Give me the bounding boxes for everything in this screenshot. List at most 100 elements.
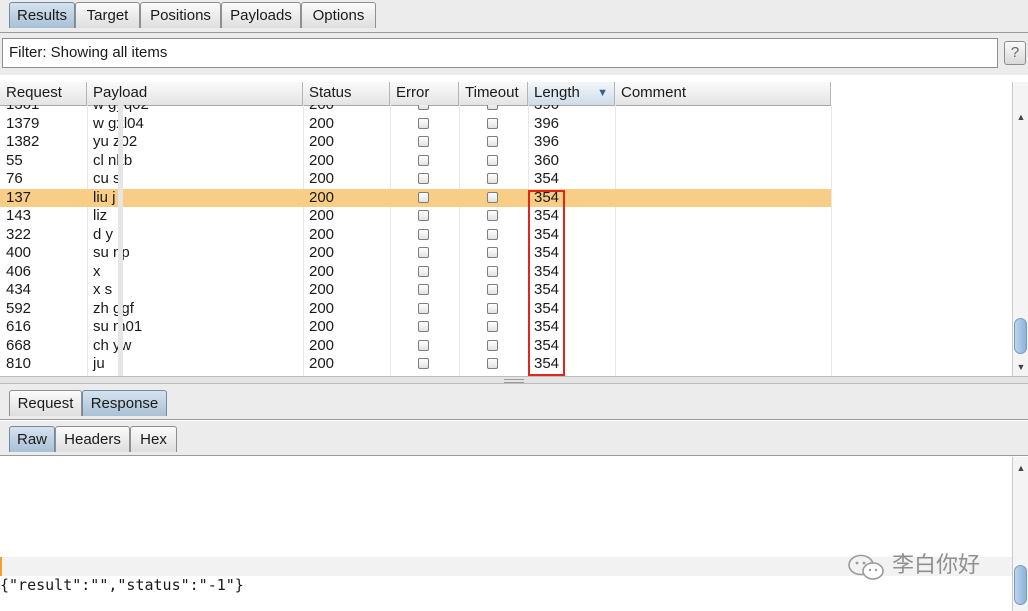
timeout-checkbox[interactable] xyxy=(487,154,498,166)
sort-descending-icon: ▼ xyxy=(597,87,608,99)
tab-positions[interactable]: Positions xyxy=(140,2,221,28)
timeout-checkbox[interactable] xyxy=(487,265,498,277)
tab-hex[interactable]: Hex xyxy=(130,426,177,452)
table-row[interactable]: 616 su m01 200 354 xyxy=(0,318,831,337)
timeout-checkbox[interactable] xyxy=(487,210,498,221)
error-checkbox[interactable] xyxy=(418,321,429,332)
table-row[interactable]: 322 d y 200 354 xyxy=(0,226,831,245)
tab-request[interactable]: Request xyxy=(9,390,82,416)
column-header-status[interactable]: Status xyxy=(303,82,390,105)
column-header-comment[interactable]: Comment xyxy=(615,82,831,105)
column-label: Status xyxy=(309,84,352,101)
tab-headers[interactable]: Headers xyxy=(55,426,130,452)
table-row[interactable]: 137 liu j 200 354 xyxy=(0,188,831,207)
column-header-request[interactable]: Request xyxy=(0,82,87,105)
column-label: Request xyxy=(6,84,62,101)
error-checkbox[interactable] xyxy=(418,136,429,147)
cell-payload: su np xyxy=(93,244,130,261)
cell-length: 354 xyxy=(534,225,560,243)
scroll-up-icon[interactable]: ▲ xyxy=(1015,461,1027,475)
error-checkbox[interactable] xyxy=(418,247,429,258)
table-row[interactable]: 592 zh ggf 200 354 xyxy=(0,300,831,319)
column-header-error[interactable]: Error xyxy=(390,82,459,105)
column-label: Error xyxy=(396,84,430,101)
tab-response[interactable]: Response xyxy=(82,390,167,416)
column-header-payload[interactable]: Payload xyxy=(87,82,303,105)
timeout-checkbox[interactable] xyxy=(487,136,498,147)
scroll-down-icon[interactable]: ▼ xyxy=(1015,360,1027,374)
cell-status: 200 xyxy=(309,281,335,298)
error-checkbox[interactable] xyxy=(418,228,429,240)
timeout-checkbox[interactable] xyxy=(487,321,498,332)
cell-length: 354 xyxy=(534,170,560,187)
error-checkbox[interactable] xyxy=(418,191,429,203)
table-row[interactable]: 1379 w gxl04 200 396 xyxy=(0,115,831,134)
timeout-checkbox[interactable] xyxy=(487,339,498,351)
timeout-checkbox[interactable] xyxy=(487,284,498,295)
cell-length: 354 xyxy=(534,281,560,298)
tab-payloads[interactable]: Payloads xyxy=(221,2,301,28)
timeout-checkbox[interactable] xyxy=(487,173,498,184)
pane-splitter[interactable] xyxy=(0,376,1028,384)
splitter-grip-icon[interactable] xyxy=(504,379,524,383)
column-header-timeout[interactable]: Timeout xyxy=(459,82,528,105)
tab-target[interactable]: Target xyxy=(75,2,140,28)
table-row[interactable]: 76 cu s 200 354 xyxy=(0,170,831,189)
table-row[interactable]: 143 liz 200 354 xyxy=(0,207,831,226)
cell-request: 616 xyxy=(6,318,32,335)
error-checkbox[interactable] xyxy=(418,117,429,129)
cell-length: 354 xyxy=(534,318,560,335)
error-checkbox[interactable] xyxy=(418,284,429,295)
table-row[interactable]: 668 ch yw 200 354 xyxy=(0,337,831,356)
response-scrollbar[interactable]: ▲ xyxy=(1012,457,1028,611)
table-row[interactable]: 1361w gyq02200396 xyxy=(0,105,831,115)
top-tab-bar: Results Target Positions Payloads Option… xyxy=(0,0,1028,33)
error-checkbox[interactable] xyxy=(418,265,429,277)
timeout-checkbox[interactable] xyxy=(487,105,498,110)
tab-options[interactable]: Options xyxy=(301,2,376,28)
column-label: Payload xyxy=(93,84,148,101)
table-scrollbar[interactable]: ▲ ▼ xyxy=(1012,82,1028,376)
error-checkbox[interactable] xyxy=(418,154,429,166)
cell-status: 200 xyxy=(309,262,335,280)
cell-request: 406 xyxy=(6,262,32,280)
table-rows: 1361w gyq022003961379w gxl042003961382yu… xyxy=(0,105,831,374)
timeout-checkbox[interactable] xyxy=(487,302,498,314)
table-row[interactable]: 434 x s 200 354 xyxy=(0,281,831,300)
response-editor[interactable]: {"result":"","status":"-1"} xyxy=(0,457,1012,611)
cell-request: 1361 xyxy=(6,105,39,115)
table-row[interactable]: 400 su np 200 354 xyxy=(0,244,831,263)
error-checkbox[interactable] xyxy=(418,302,429,314)
cell-payload: d y xyxy=(93,225,114,243)
error-checkbox[interactable] xyxy=(418,105,429,110)
cell-payload: cl nkb xyxy=(93,151,133,169)
table-row[interactable]: 55 cl nkb 200 360 xyxy=(0,152,831,171)
table-row[interactable]: 810 ju 200 354 xyxy=(0,355,831,374)
error-checkbox[interactable] xyxy=(418,173,429,184)
tab-raw[interactable]: Raw xyxy=(9,426,55,452)
column-header-length[interactable]: Length ▼ xyxy=(528,82,615,105)
timeout-checkbox[interactable] xyxy=(487,228,498,240)
cell-status: 200 xyxy=(309,355,335,372)
error-checkbox[interactable] xyxy=(418,210,429,221)
timeout-checkbox[interactable] xyxy=(487,117,498,129)
tab-results[interactable]: Results xyxy=(9,2,75,28)
error-checkbox[interactable] xyxy=(418,358,429,369)
filter-field[interactable]: Filter: Showing all items xyxy=(2,38,998,68)
error-checkbox[interactable] xyxy=(418,339,429,351)
cell-request: 322 xyxy=(6,225,32,243)
scroll-thumb[interactable] xyxy=(1014,318,1027,354)
cell-length: 354 xyxy=(534,262,560,280)
timeout-checkbox[interactable] xyxy=(487,358,498,369)
results-table: Request Payload Status Error Timeout Len… xyxy=(0,82,1012,376)
table-row[interactable]: 1382 yu z02 200 396 xyxy=(0,133,831,152)
help-button[interactable]: ? xyxy=(1004,41,1026,65)
timeout-checkbox[interactable] xyxy=(487,191,498,203)
cell-length: 354 xyxy=(534,207,560,224)
scroll-thumb[interactable] xyxy=(1014,565,1027,605)
table-row[interactable]: 406 x 200 354 xyxy=(0,263,831,282)
scroll-up-icon[interactable]: ▲ xyxy=(1015,110,1027,124)
cell-request: 400 xyxy=(6,244,32,261)
column-divider xyxy=(831,105,832,376)
timeout-checkbox[interactable] xyxy=(487,247,498,258)
